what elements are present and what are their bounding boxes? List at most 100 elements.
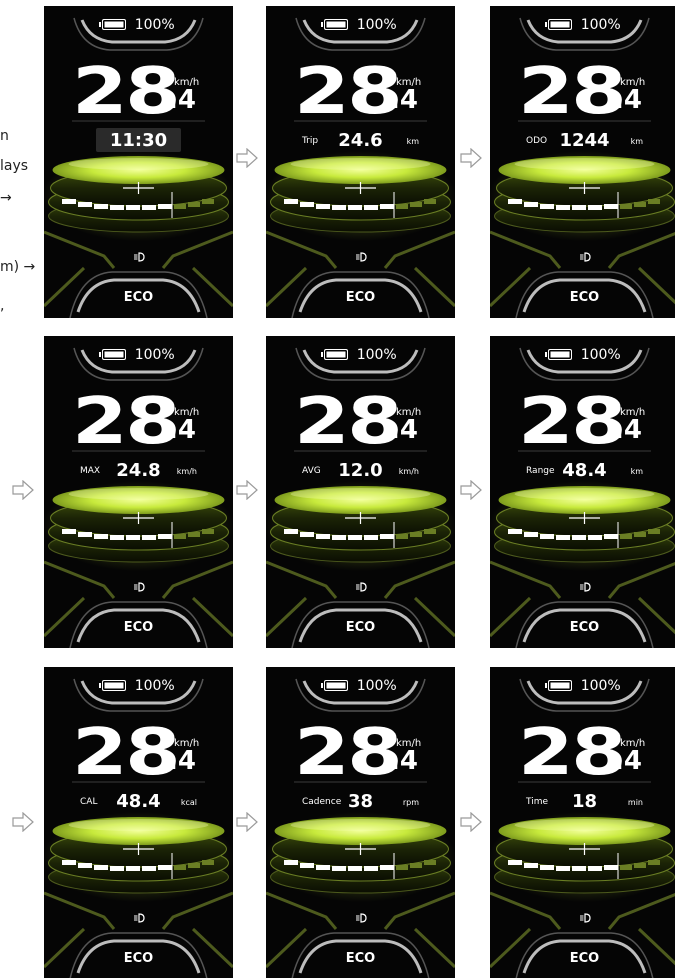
info-row: Range 48.4 km xyxy=(490,458,675,484)
display-screens-sequence: n lays → m) → , 100% 28 km/h .4 11:30 EC… xyxy=(0,0,675,978)
panel-decor xyxy=(266,17,455,318)
assist-segment xyxy=(202,529,214,534)
assist-segment xyxy=(62,199,76,204)
info-row: Time 18 min xyxy=(490,789,675,815)
assist-segment xyxy=(78,863,92,868)
assist-segment xyxy=(174,534,186,539)
info-unit: rpm xyxy=(402,798,419,807)
speed-decimal: .4 xyxy=(390,415,418,445)
battery-status: 100% xyxy=(44,677,233,695)
outline-right-arrow-icon xyxy=(236,148,258,168)
assist-segment xyxy=(380,534,394,539)
panel-decor xyxy=(490,347,675,648)
speed-decimal: .4 xyxy=(390,746,418,776)
info-value: 48.4 xyxy=(562,460,607,481)
info-value: 18 xyxy=(571,791,598,812)
assist-segment xyxy=(348,535,362,540)
speed-decimal: .4 xyxy=(390,85,418,115)
battery-percent: 100% xyxy=(356,17,397,33)
assist-segment xyxy=(110,866,124,871)
speed-decimal: .4 xyxy=(614,746,642,776)
assist-mode: ECO xyxy=(345,951,376,966)
assist-segment xyxy=(410,202,422,207)
assist-segment xyxy=(424,860,436,865)
assist-segment xyxy=(316,865,330,870)
assist-segment xyxy=(648,860,660,865)
assist-segment xyxy=(78,202,92,207)
assist-segment xyxy=(348,205,362,210)
assist-segment xyxy=(142,535,156,540)
assist-segment xyxy=(316,534,330,539)
info-value: 38 xyxy=(347,791,374,812)
assist-segment xyxy=(572,535,586,540)
speed-decimal: .4 xyxy=(168,85,196,115)
assist-segment xyxy=(524,202,538,207)
speed-value: 28 xyxy=(294,55,403,129)
speed-value: 28 xyxy=(518,55,627,129)
assist-segment xyxy=(588,535,602,540)
assist-mode: ECO xyxy=(123,620,154,635)
assist-mode: ECO xyxy=(123,290,154,305)
panel-decor xyxy=(266,678,455,978)
info-unit: km/h xyxy=(176,467,197,476)
assist-segment xyxy=(620,204,632,209)
speed-decimal: .4 xyxy=(614,85,642,115)
assist-segment xyxy=(604,865,618,870)
assist-segment xyxy=(174,204,186,209)
info-unit: km xyxy=(630,467,643,476)
speed-value: 28 xyxy=(518,385,627,459)
speed-value: 28 xyxy=(72,716,181,790)
speed-value: 28 xyxy=(72,385,181,459)
info-value: 11:30 xyxy=(109,130,168,151)
display-panel: 100% 28 km/h .4 MAX 24.8 km/h ECO xyxy=(44,336,233,648)
info-unit: min xyxy=(627,798,643,807)
assist-segment xyxy=(142,205,156,210)
info-unit: km xyxy=(630,137,643,146)
assist-segment xyxy=(332,535,346,540)
outline-right-arrow-icon xyxy=(460,812,482,832)
headlight-icon xyxy=(356,582,367,592)
battery-icon xyxy=(99,679,127,691)
assist-segment xyxy=(300,532,314,537)
battery-status: 100% xyxy=(490,677,675,695)
battery-icon xyxy=(99,18,127,30)
side-caption-line-2: lays xyxy=(0,158,29,174)
battery-status: 100% xyxy=(266,346,455,364)
battery-icon xyxy=(321,348,349,360)
assist-segment xyxy=(424,199,436,204)
info-value: 1244 xyxy=(559,130,610,151)
display-panel: 100% 28 km/h .4 Trip 24.6 km ECO xyxy=(266,6,455,318)
info-value: 12.0 xyxy=(338,460,383,481)
assist-segment xyxy=(604,204,618,209)
battery-percent: 100% xyxy=(134,347,175,363)
headlight-icon xyxy=(134,582,145,592)
assist-segment xyxy=(588,205,602,210)
panel-decor xyxy=(490,678,675,978)
assist-mode: ECO xyxy=(569,290,600,305)
speed-value: 28 xyxy=(294,716,403,790)
assist-segment xyxy=(284,529,298,534)
assist-segment xyxy=(396,534,408,539)
speed-decimal: .4 xyxy=(614,415,642,445)
assist-segment xyxy=(540,204,554,209)
info-unit: km/h xyxy=(398,467,419,476)
assist-segment xyxy=(202,860,214,865)
assist-segment xyxy=(648,529,660,534)
battery-percent: 100% xyxy=(134,17,175,33)
battery-percent: 100% xyxy=(134,678,175,694)
assist-segment xyxy=(380,865,394,870)
assist-segment xyxy=(202,199,214,204)
battery-percent: 100% xyxy=(356,678,397,694)
battery-status: 100% xyxy=(266,16,455,34)
assist-segment xyxy=(634,863,646,868)
assist-segment xyxy=(380,204,394,209)
assist-segment xyxy=(524,532,538,537)
display-panel: 100% 28 km/h .4 AVG 12.0 km/h ECO xyxy=(266,336,455,648)
assist-segment xyxy=(396,204,408,209)
assist-segment xyxy=(634,202,646,207)
assist-segment xyxy=(188,863,200,868)
assist-segment xyxy=(94,534,108,539)
display-panel: 100% 28 km/h .4 Cadence 38 rpm ECO xyxy=(266,667,455,978)
battery-icon xyxy=(99,348,127,360)
assist-segment xyxy=(142,866,156,871)
